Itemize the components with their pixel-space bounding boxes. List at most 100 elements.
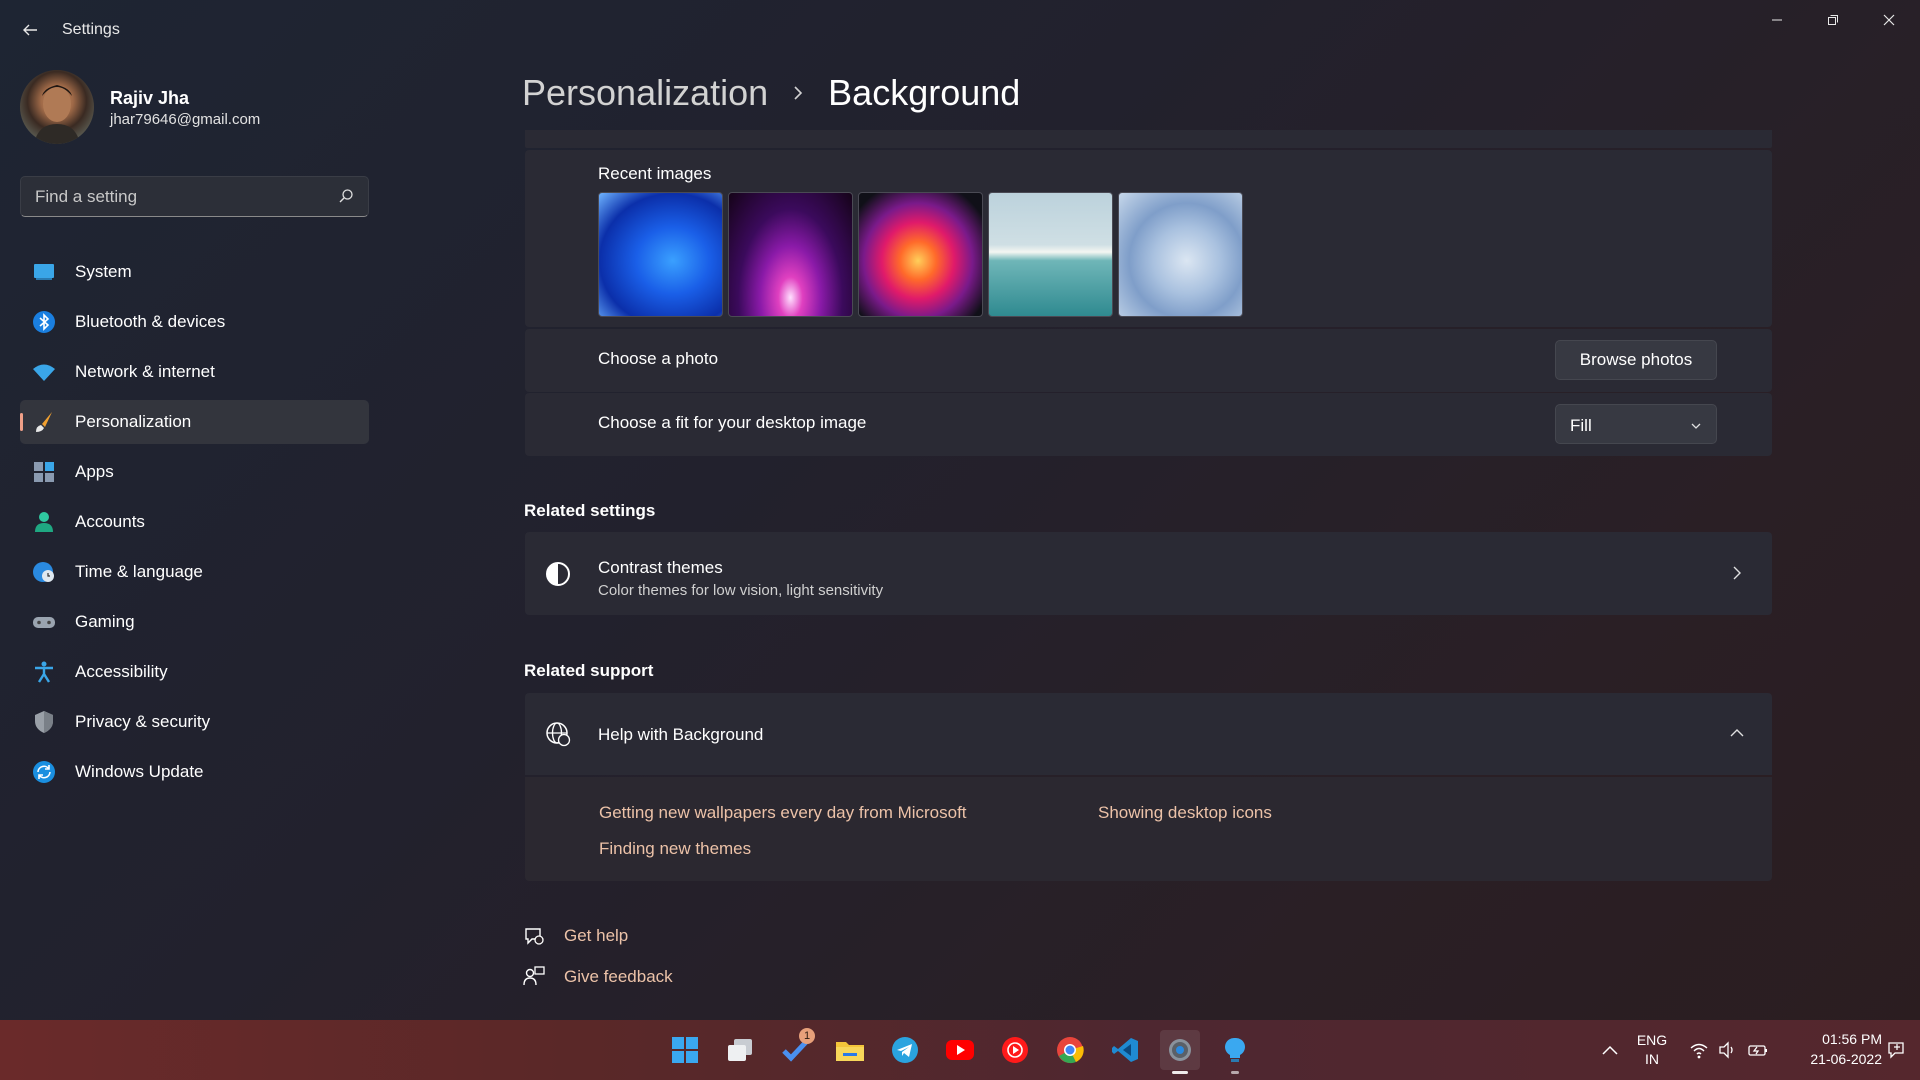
vscode-icon[interactable] xyxy=(1105,1030,1145,1070)
choose-photo-row: Choose a photo Browse photos xyxy=(525,329,1772,392)
help-link[interactable]: Finding new themes xyxy=(599,839,751,859)
running-app-indicator xyxy=(1231,1071,1239,1074)
sidebar-item-gaming[interactable]: Gaming xyxy=(20,600,369,644)
sidebar-item-privacy[interactable]: Privacy & security xyxy=(20,700,369,744)
sidebar-item-system[interactable]: System xyxy=(20,250,369,294)
sidebar-item-time-language[interactable]: Time & language xyxy=(20,550,369,594)
sidebar-item-label: Windows Update xyxy=(75,762,204,781)
fit-dropdown[interactable]: Fill xyxy=(1555,404,1717,444)
sidebar-item-label: Personalization xyxy=(75,412,192,431)
choose-photo-label: Choose a photo xyxy=(598,349,719,368)
sidebar-item-bluetooth[interactable]: Bluetooth & devices xyxy=(20,300,369,344)
avatar[interactable] xyxy=(20,70,94,144)
contrast-themes-row[interactable]: Contrast themes Color themes for low vis… xyxy=(525,532,1772,615)
battery-charging-icon[interactable] xyxy=(1748,1041,1767,1059)
recent-image-thumbnail[interactable] xyxy=(728,192,853,317)
recent-images-list xyxy=(598,192,1243,317)
bluetooth-icon xyxy=(32,310,56,334)
sidebar-nav: System Bluetooth & devices Network & int… xyxy=(20,250,369,800)
shield-icon xyxy=(32,710,56,734)
wifi-icon xyxy=(32,360,56,384)
chevron-right-icon xyxy=(790,85,806,101)
contrast-themes-title: Contrast themes xyxy=(598,558,723,577)
give-feedback-link[interactable]: Give feedback xyxy=(564,967,673,987)
recent-image-thumbnail[interactable] xyxy=(988,192,1113,317)
chevron-up-icon[interactable] xyxy=(1601,1041,1619,1059)
sidebar-item-label: Apps xyxy=(75,462,114,481)
globe-help-icon xyxy=(545,721,571,747)
fit-dropdown-value: Fill xyxy=(1570,416,1592,435)
related-settings-title: Related settings xyxy=(524,501,656,520)
brush-icon xyxy=(32,410,56,434)
sidebar-item-accounts[interactable]: Accounts xyxy=(20,500,369,544)
sidebar-item-label: Privacy & security xyxy=(75,712,211,731)
recent-image-thumbnail[interactable] xyxy=(598,192,723,317)
telegram-icon[interactable] xyxy=(885,1030,925,1070)
notification-center-icon[interactable] xyxy=(1887,1041,1905,1059)
language-region[interactable]: IN xyxy=(1636,1051,1668,1067)
breadcrumb-parent[interactable]: Personalization xyxy=(522,72,768,114)
breadcrumb: Personalization Background xyxy=(522,72,1020,114)
globe-clock-icon xyxy=(32,560,56,584)
choose-fit-label: Choose a fit for your desktop image xyxy=(598,413,867,432)
clock-time[interactable]: 01:56 PM xyxy=(1790,1031,1882,1047)
person-icon xyxy=(32,510,56,534)
windows-start-icon[interactable] xyxy=(665,1030,705,1070)
recent-image-thumbnail[interactable] xyxy=(858,192,983,317)
help-link[interactable]: Showing desktop icons xyxy=(1098,803,1272,823)
sidebar-item-accessibility[interactable]: Accessibility xyxy=(20,650,369,694)
apps-icon xyxy=(32,460,56,484)
search-icon[interactable] xyxy=(338,188,354,204)
sidebar-item-label: System xyxy=(75,262,132,281)
sidebar-item-label: Accessibility xyxy=(75,662,168,681)
sidebar-item-personalization[interactable]: Personalization xyxy=(20,400,369,444)
notification-badge: 1 xyxy=(799,1028,815,1044)
recent-images-card: Recent images xyxy=(525,150,1772,327)
get-help-icon xyxy=(523,925,545,947)
active-app-indicator xyxy=(1172,1071,1188,1074)
chevron-down-icon xyxy=(1690,419,1702,431)
help-links-panel: Getting new wallpapers every day from Mi… xyxy=(525,777,1772,881)
file-explorer-icon[interactable] xyxy=(830,1030,870,1070)
browse-photos-button[interactable]: Browse photos xyxy=(1555,340,1717,380)
help-with-background-header[interactable]: Help with Background xyxy=(525,693,1772,775)
sidebar-item-apps[interactable]: Apps xyxy=(20,450,369,494)
contrast-themes-subtitle: Color themes for low vision, light sensi… xyxy=(598,582,884,599)
youtube-icon[interactable] xyxy=(940,1030,980,1070)
chrome-icon[interactable] xyxy=(1050,1030,1090,1070)
chevron-up-icon[interactable] xyxy=(1730,726,1744,740)
close-icon[interactable] xyxy=(1866,6,1912,34)
system-icon xyxy=(32,260,56,284)
search-input[interactable] xyxy=(21,177,321,216)
sidebar-item-label: Network & internet xyxy=(75,362,215,381)
minimize-icon[interactable] xyxy=(1754,6,1800,34)
sidebar-item-network[interactable]: Network & internet xyxy=(20,350,369,394)
card-divider xyxy=(525,130,1772,148)
tips-app-icon[interactable] xyxy=(1215,1030,1255,1070)
get-help-link[interactable]: Get help xyxy=(564,926,628,946)
back-arrow-icon[interactable] xyxy=(18,18,42,42)
user-name: Rajiv Jha xyxy=(110,88,190,108)
sidebar-item-windows-update[interactable]: Windows Update xyxy=(20,750,369,794)
sidebar-item-label: Gaming xyxy=(75,612,135,631)
search-box[interactable] xyxy=(20,176,369,217)
volume-icon[interactable] xyxy=(1718,1041,1736,1059)
sidebar-item-label: Bluetooth & devices xyxy=(75,312,226,331)
user-email: jhar79646@gmail.com xyxy=(110,111,261,128)
choose-fit-row: Choose a fit for your desktop image Fill xyxy=(525,393,1772,456)
help-link[interactable]: Getting new wallpapers every day from Mi… xyxy=(599,803,967,823)
wifi-icon[interactable] xyxy=(1690,1041,1708,1059)
sidebar-item-label: Time & language xyxy=(75,562,203,581)
clock-date[interactable]: 21-06-2022 xyxy=(1790,1051,1882,1067)
update-icon xyxy=(32,760,56,784)
gamepad-icon xyxy=(32,610,56,634)
restore-icon[interactable] xyxy=(1810,6,1856,34)
task-view-icon[interactable] xyxy=(720,1030,760,1070)
feedback-icon xyxy=(523,965,545,987)
app-title: Settings xyxy=(62,21,120,38)
recent-image-thumbnail[interactable] xyxy=(1118,192,1243,317)
recent-images-label: Recent images xyxy=(598,164,712,183)
language-indicator[interactable]: ENG xyxy=(1636,1032,1668,1048)
youtube-music-icon[interactable] xyxy=(995,1030,1035,1070)
settings-app-icon[interactable] xyxy=(1160,1030,1200,1070)
